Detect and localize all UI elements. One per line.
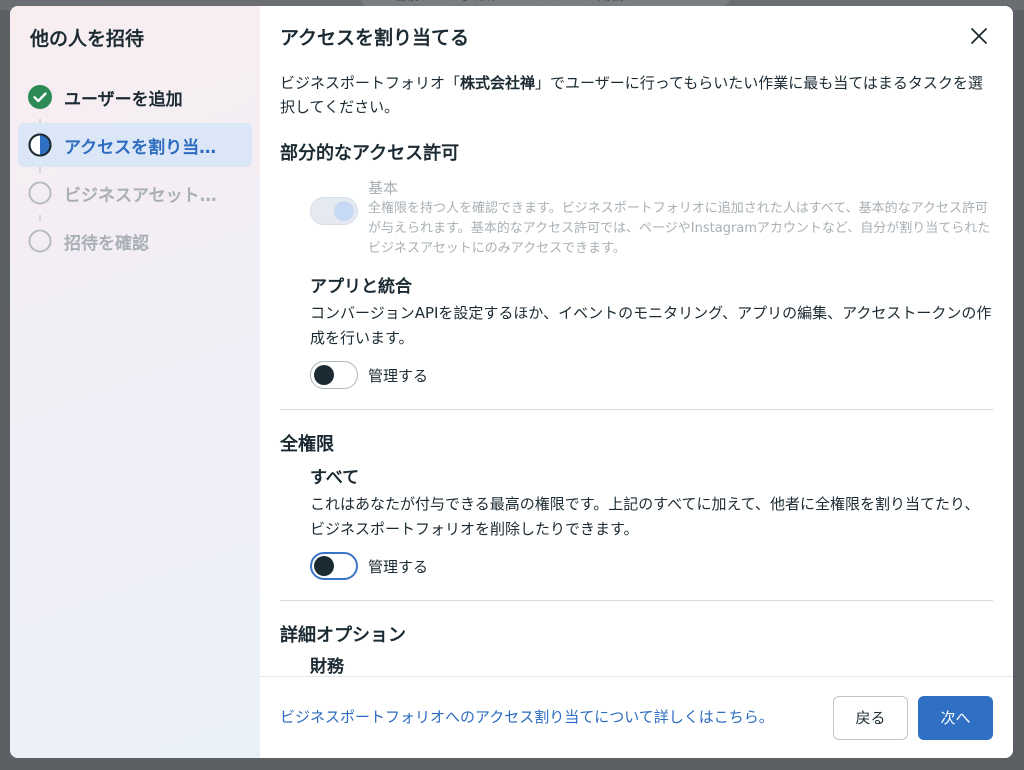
apps-manage-toggle[interactable] xyxy=(310,361,358,389)
full-access-heading: 全権限 xyxy=(280,434,334,455)
section-divider xyxy=(280,600,993,601)
basic-title: 基本 xyxy=(368,179,399,197)
panel-footer: ビジネスポートフォリオへのアクセス割り当てについて詳しくはこちら。 戻る 次へ xyxy=(260,676,1013,758)
step-assign-access[interactable]: アクセスを割り当… xyxy=(18,123,252,167)
check-circle-icon xyxy=(28,85,52,109)
section-divider xyxy=(280,409,993,410)
apps-toggle-row: 管理する xyxy=(310,361,993,389)
portfolio-name: 株式会社禅 xyxy=(460,74,536,92)
permissions-scroll-area[interactable]: ビジネスポートフォリオ「株式会社禅」でユーザーに行ってもらいたい作業に最も当ては… xyxy=(260,66,1013,676)
next-button[interactable]: 次へ xyxy=(918,695,993,740)
empty-circle-icon xyxy=(28,181,52,205)
invite-modal: 他の人を招待 ユーザーを追加 アクセスを割り当… ビジネスアセット… 招待を確認… xyxy=(10,6,1013,758)
step-confirm-invite[interactable]: 招待を確認 xyxy=(18,219,252,263)
step-business-assets[interactable]: ビジネスアセット… xyxy=(18,171,252,215)
basic-permission: 基本 全権限を持つ人を確認できます。ビジネスポートフォリオに追加された人はすべて… xyxy=(280,177,993,259)
partial-access-heading: 部分的なアクセス許可 xyxy=(280,143,460,164)
close-icon xyxy=(971,28,987,44)
intro-text: ビジネスポートフォリオ「株式会社禅」でユーザーに行ってもらいたい作業に最も当ては… xyxy=(280,71,993,119)
full-manage-label: 管理する xyxy=(368,557,429,576)
back-button[interactable]: 戻る xyxy=(833,695,908,740)
empty-circle-icon xyxy=(28,229,52,253)
apps-manage-label: 管理する xyxy=(368,366,429,385)
full-toggle-row: 管理する xyxy=(310,552,993,580)
toggle-knob xyxy=(314,556,334,576)
step-label: アクセスを割り当… xyxy=(64,137,217,158)
learn-more-link[interactable]: ビジネスポートフォリオへのアクセス割り当てについて詳しくはこちら。 xyxy=(280,706,833,729)
close-button[interactable] xyxy=(965,22,993,50)
assign-access-panel: アクセスを割り当てる ビジネスポートフォリオ「株式会社禅」でユーザーに行ってもら… xyxy=(260,6,1013,758)
toggle-knob xyxy=(314,365,334,385)
full-access-permission: すべて これはあなたが付与できる最高の権限です。上記のすべてに加えて、他者に全権… xyxy=(280,466,993,580)
toggle-knob xyxy=(334,201,354,221)
basic-description: 全権限を持つ人を確認できます。ビジネスポートフォリオに追加された人はすべて、基本… xyxy=(368,201,991,256)
apps-description: コンバージョンAPIを設定するほか、イベントのモニタリング、アプリの編集、アクセ… xyxy=(310,304,992,347)
step-label: ビジネスアセット… xyxy=(64,185,217,206)
apps-integrations-permission: アプリと統合 コンバージョンAPIを設定するほか、イベントのモニタリング、アプリ… xyxy=(280,275,993,389)
finance-title: 財務 xyxy=(310,657,344,676)
full-manage-toggle[interactable] xyxy=(310,552,358,580)
advanced-options-heading: 詳細オプション xyxy=(280,625,406,646)
panel-header: アクセスを割り当てる xyxy=(260,6,1013,66)
finance-permission: 財務 xyxy=(280,655,993,676)
step-add-users[interactable]: ユーザーを追加 xyxy=(18,75,252,119)
step-label: 招待を確認 xyxy=(64,233,149,254)
full-all-title: すべて xyxy=(310,468,360,488)
step-label: ユーザーを追加 xyxy=(64,89,183,110)
full-all-description: これはあなたが付与できる最高の権限です。上記のすべてに加えて、他者に全権限を割り… xyxy=(310,495,980,538)
invite-steps-sidebar: 他の人を招待 ユーザーを追加 アクセスを割り当… ビジネスアセット… 招待を確認 xyxy=(10,6,260,758)
intro-prefix: ビジネスポートフォリオ「 xyxy=(280,74,461,92)
basic-toggle-disabled xyxy=(310,197,358,225)
half-circle-progress-icon xyxy=(28,133,52,157)
apps-title: アプリと統合 xyxy=(310,277,412,297)
basic-permission-text: 基本 全権限を持つ人を確認できます。ビジネスポートフォリオに追加された人はすべて… xyxy=(368,177,993,259)
sidebar-title: 他の人を招待 xyxy=(30,28,145,50)
panel-title: アクセスを割り当てる xyxy=(280,26,470,49)
